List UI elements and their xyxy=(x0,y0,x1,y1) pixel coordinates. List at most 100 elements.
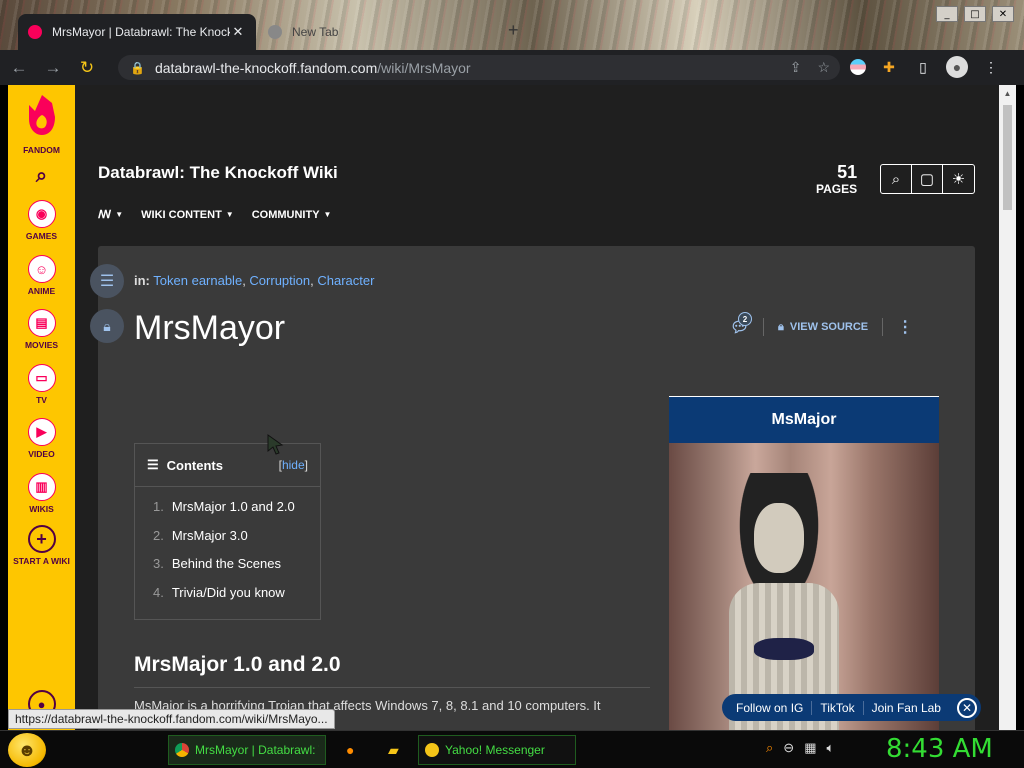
search-button[interactable]: ⌕ xyxy=(881,165,912,193)
rail-item-label: MOVIES xyxy=(24,340,59,350)
wiki-content-menu[interactable]: WIKI CONTENT ▼ xyxy=(141,208,234,221)
forward-button[interactable]: → xyxy=(38,53,68,83)
share-icon[interactable]: ⇪ xyxy=(790,59,802,76)
profile-avatar-icon[interactable]: ● xyxy=(946,56,968,78)
back-button[interactable]: ← xyxy=(4,53,34,83)
view-source-button[interactable]: 🔒︎ VIEW SOURCE xyxy=(778,321,868,334)
tiktok-link[interactable]: TikTok xyxy=(811,700,862,715)
extensions-puzzle-icon[interactable]: ✚ xyxy=(878,56,900,78)
toc-toggle-icon[interactable]: ☰ xyxy=(90,264,124,298)
lock-icon: 🔒︎ xyxy=(778,320,784,333)
clapper-icon: ▤ xyxy=(27,309,56,337)
new-tab-button[interactable]: + xyxy=(508,20,519,41)
page-title: MrsMayor xyxy=(134,309,286,347)
volume-icon[interactable]: 🔈︎ xyxy=(826,740,834,756)
close-icon[interactable]: ✕ xyxy=(956,697,977,718)
tab-title: New Tab xyxy=(292,25,339,39)
nav-label: WIKI CONTENT xyxy=(141,208,222,221)
network-icon[interactable]: ▦ xyxy=(804,740,816,756)
category-link[interactable]: Character xyxy=(317,273,374,288)
scroll-thumb[interactable] xyxy=(1003,105,1012,210)
rail-item-movies[interactable]: ▤ MOVIES xyxy=(8,309,75,350)
close-window-button[interactable]: ✕ xyxy=(992,6,1014,22)
bracket: ] xyxy=(304,458,308,472)
yahoo-smiley-icon xyxy=(425,743,439,757)
toc-label: Behind the Scenes xyxy=(171,556,281,571)
doll-bow xyxy=(754,638,814,660)
task-label: Yahoo! Messenger xyxy=(445,743,545,757)
rail-item-video[interactable]: ▶ VIDEO xyxy=(8,418,75,459)
wiki-explore-menu[interactable]: ꟿ ▼ xyxy=(98,208,123,221)
browser-tab-strip: MrsMayor | Databrawl: The Knockoff Wiki … xyxy=(0,0,1024,50)
fandom-logo-link[interactable]: FANDOM xyxy=(8,93,75,155)
anime-face-icon: ☺ xyxy=(27,255,56,283)
theme-toggle-icon[interactable]: ☀ xyxy=(943,165,974,193)
maximize-button[interactable]: □ xyxy=(964,6,986,22)
minimize-button[interactable]: _ xyxy=(936,6,958,22)
tab-new-tab[interactable]: New Tab xyxy=(258,14,498,50)
firefox-icon[interactable]: ● xyxy=(340,735,362,765)
tab-close-icon[interactable]: ✕ xyxy=(230,24,246,40)
tab-active[interactable]: MrsMayor | Databrawl: The Knockoff Wiki … xyxy=(18,14,256,50)
chevron-down-icon: ▼ xyxy=(115,210,124,219)
discussions-icon[interactable]: ▢ xyxy=(912,165,943,193)
toc-header: ☰ Contents [hide] xyxy=(135,444,320,487)
browser-menu-icon[interactable]: ⋮ xyxy=(980,56,1002,78)
comment-count-badge: 2 xyxy=(738,312,752,326)
rail-item-label: ANIME xyxy=(27,286,56,296)
scroll-up-arrow-icon[interactable]: ▲ xyxy=(999,85,1016,102)
fandom-brand-label: FANDOM xyxy=(23,145,60,155)
page-scrollbar[interactable]: ▲ xyxy=(999,85,1016,730)
start-button-smiley-icon[interactable]: ☻ xyxy=(8,733,46,767)
chrome-icon xyxy=(175,743,189,757)
bookmark-star-icon[interactable]: ☆ xyxy=(817,59,830,76)
toc-label: MrsMajor 3.0 xyxy=(171,527,248,543)
chevron-down-icon: ▼ xyxy=(225,210,234,219)
toc-number: 4. xyxy=(153,584,164,600)
rail-search-button[interactable]: ⌕ xyxy=(8,165,75,188)
nav-label: COMMUNITY xyxy=(251,208,320,221)
book-icon: ▥ xyxy=(27,473,56,501)
rail-item-start-wiki[interactable]: + START A WIKI xyxy=(8,525,75,566)
taskbar-clock[interactable]: 8:43 AM xyxy=(886,734,993,764)
toc-item[interactable]: 4. Trivia/Did you know xyxy=(153,585,320,614)
lock-icon[interactable]: 🔒︎ xyxy=(90,309,124,343)
hide-link[interactable]: hide xyxy=(282,458,305,472)
status-tray-icon[interactable]: ⊖ xyxy=(783,740,794,756)
search-tray-icon[interactable]: ⌕ xyxy=(766,740,773,756)
taskbar-yahoo-messenger[interactable]: Yahoo! Messenger xyxy=(418,735,576,765)
toc-item[interactable]: 3. Behind the Scenes xyxy=(153,556,320,585)
folder-icon[interactable]: ▰ xyxy=(382,735,404,765)
side-panel-icon[interactable]: ▯ xyxy=(912,56,934,78)
rail-item-anime[interactable]: ☺ ANIME xyxy=(8,255,75,296)
social-promo-bar: Follow on IG TikTok Join Fan Lab ✕ xyxy=(722,694,981,721)
rail-item-tv[interactable]: ▭ TV xyxy=(8,364,75,405)
taskbar-chrome-window[interactable]: MrsMayor | Databrawl: The Knockoff Wiki xyxy=(168,735,326,765)
search-icon: ⌕ xyxy=(35,165,48,187)
doll-face xyxy=(754,503,804,573)
category-link[interactable]: Corruption xyxy=(249,273,310,288)
lock-icon: 🔒 xyxy=(130,60,145,75)
infobox-image[interactable] xyxy=(669,443,939,730)
wiki-title[interactable]: Databrawl: The Knockoff Wiki xyxy=(98,163,338,183)
fan-lab-link[interactable]: Join Fan Lab xyxy=(862,700,949,715)
rail-item-wikis[interactable]: ▥ WIKIS xyxy=(8,473,75,514)
rail-item-games[interactable]: ◉ GAMES xyxy=(8,200,75,241)
comments-button[interactable]: 💬︎ 2 xyxy=(730,312,752,336)
fandom-flame-icon xyxy=(28,95,55,135)
toc-item[interactable]: 2. MrsMajor 3.0 xyxy=(153,528,320,557)
more-actions-icon[interactable]: ⋮ xyxy=(897,317,913,337)
toc-hide-toggle[interactable]: [hide] xyxy=(279,458,308,472)
follow-ig-link[interactable]: Follow on IG xyxy=(736,701,811,715)
categories-label: in: xyxy=(134,273,150,288)
community-menu[interactable]: COMMUNITY ▼ xyxy=(252,208,332,221)
rail-item-label: GAMES xyxy=(25,231,58,241)
wiki-header: Databrawl: The Knockoff Wiki xyxy=(98,163,338,183)
extension-flag-icon[interactable] xyxy=(850,59,866,75)
reload-button[interactable]: ↻ xyxy=(72,53,102,83)
category-link[interactable]: Token earnable xyxy=(153,273,242,288)
tab-title: MrsMayor | Databrawl: The Knockoff Wiki xyxy=(52,25,230,39)
toc-item[interactable]: 1. MrsMajor 1.0 and 2.0 xyxy=(153,499,320,528)
chevron-down-icon: ▼ xyxy=(323,210,332,219)
address-bar[interactable]: 🔒 databrawl-the-knockoff.fandom.com/wiki… xyxy=(118,55,840,80)
